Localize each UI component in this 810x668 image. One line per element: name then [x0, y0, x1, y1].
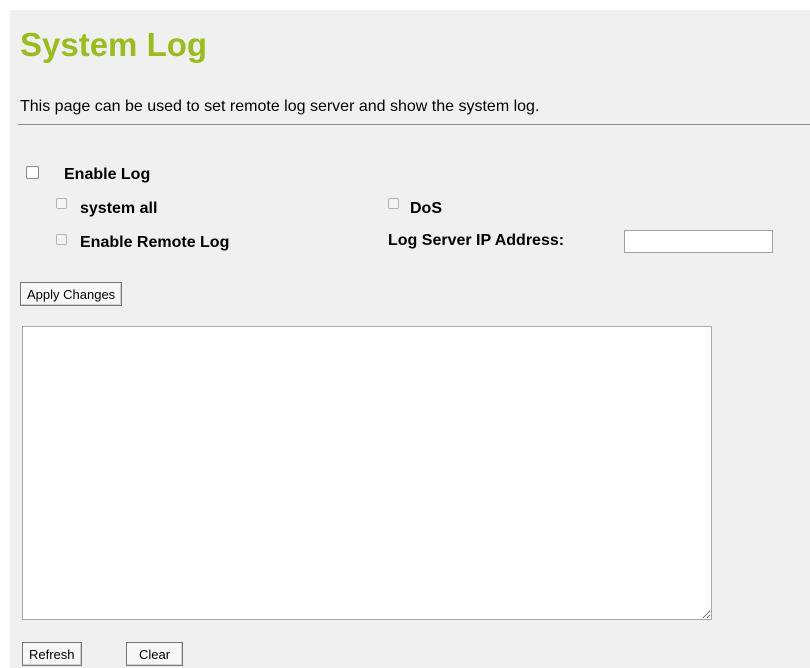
log-server-ip-input[interactable] — [624, 230, 773, 253]
enable-remote-log-label: Enable Remote Log — [80, 234, 230, 251]
content-panel: System Log This page can be used to set … — [10, 10, 810, 668]
dos-label: DoS — [410, 200, 442, 217]
enable-remote-log-checkbox[interactable] — [56, 234, 67, 245]
enable-log-label: Enable Log — [64, 166, 151, 183]
system-all-checkbox[interactable] — [56, 198, 67, 209]
refresh-button[interactable]: Refresh — [22, 642, 82, 666]
page-description: This page can be used to set remote log … — [20, 98, 540, 115]
clear-button[interactable]: Clear — [126, 642, 184, 666]
enable-log-checkbox[interactable] — [26, 166, 39, 179]
system-all-label: system all — [80, 200, 158, 217]
log-server-ip-label: Log Server IP Address: — [388, 232, 565, 249]
page-title: System Log — [20, 26, 208, 63]
dos-checkbox[interactable] — [388, 198, 399, 209]
apply-changes-button[interactable]: Apply Changes — [20, 282, 123, 306]
divider — [18, 124, 810, 125]
system-log-textarea[interactable] — [22, 326, 712, 620]
